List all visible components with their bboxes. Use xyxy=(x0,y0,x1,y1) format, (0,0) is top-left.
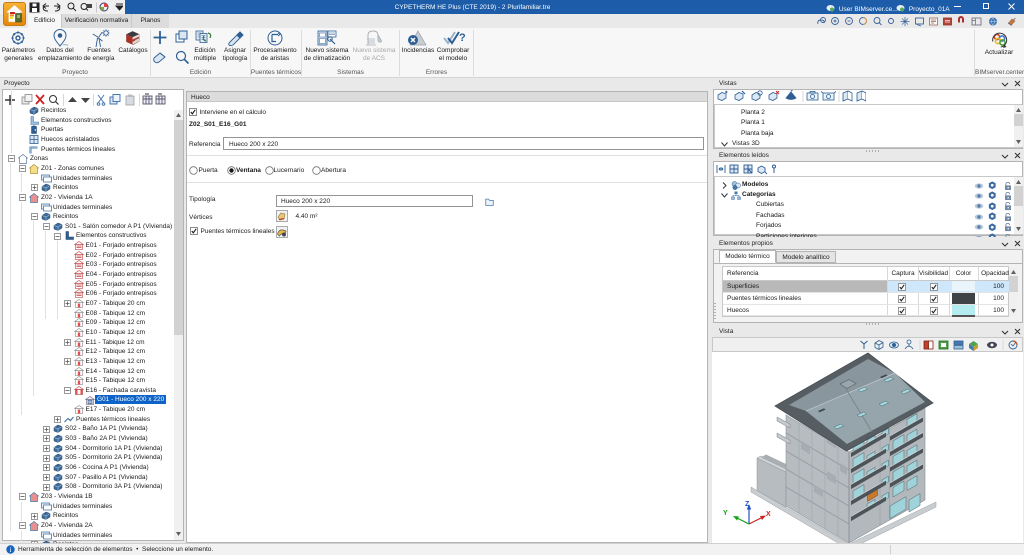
svg-text:X: X xyxy=(766,511,771,518)
svg-text:i: i xyxy=(10,546,12,554)
svg-text:?: ? xyxy=(459,32,466,44)
svg-text:Y: Y xyxy=(723,510,728,517)
svg-text:Z: Z xyxy=(745,501,750,508)
